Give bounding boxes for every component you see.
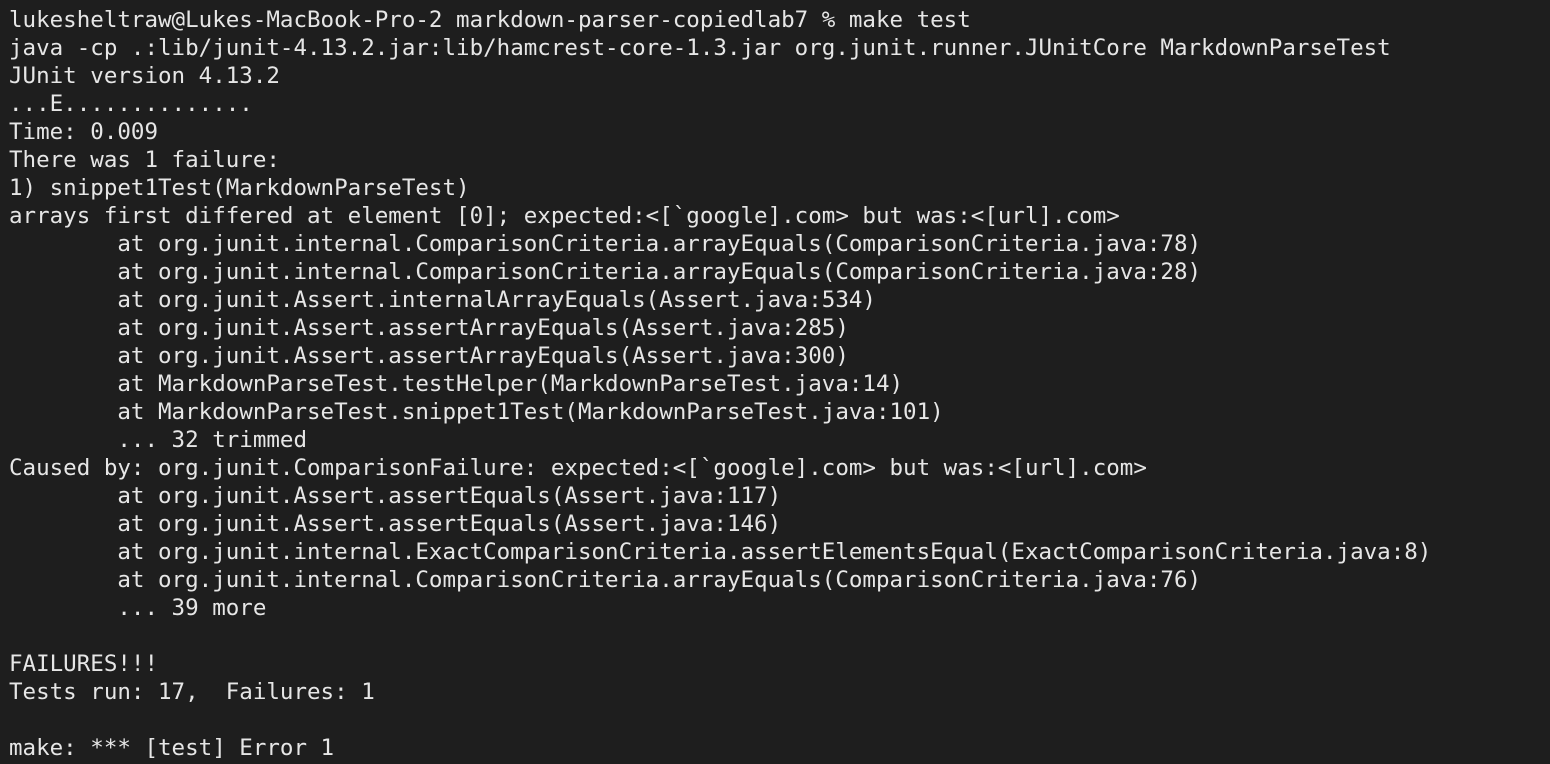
assertion-message-line: arrays first differed at element [0]; ex…: [9, 203, 1120, 229]
stack-trace-line: at org.junit.internal.ComparisonCriteria…: [9, 231, 1202, 257]
failures-banner-line: FAILURES!!!: [9, 651, 159, 677]
stack-trace-line: at org.junit.Assert.assertArrayEquals(As…: [9, 315, 849, 341]
caused-by-line: Caused by: org.junit.ComparisonFailure: …: [9, 455, 1147, 481]
stack-trace-line: at org.junit.internal.ComparisonCriteria…: [9, 567, 1202, 593]
stack-trace-line: at org.junit.Assert.assertEquals(Assert.…: [9, 511, 782, 537]
stack-trace-trimmed-line: ... 32 trimmed: [9, 427, 308, 453]
java-command-line: java -cp .:lib/junit-4.13.2.jar:lib/hamc…: [9, 35, 1391, 61]
make-error-line: make: *** [test] Error 1: [9, 735, 335, 761]
junit-version-line: JUnit version 4.13.2: [9, 63, 280, 89]
time-line: Time: 0.009: [9, 119, 159, 145]
failure-count-line: There was 1 failure:: [9, 147, 280, 173]
prompt-command-line: lukesheltraw@Lukes-MacBook-Pro-2 markdow…: [9, 7, 971, 33]
tests-summary-line: Tests run: 17, Failures: 1: [9, 679, 375, 705]
stack-trace-more-line: ... 39 more: [9, 595, 267, 621]
stack-trace-line: at MarkdownParseTest.snippet1Test(Markdo…: [9, 399, 944, 425]
stack-trace-line: at org.junit.Assert.assertArrayEquals(As…: [9, 343, 849, 369]
stack-trace-line: at MarkdownParseTest.testHelper(Markdown…: [9, 371, 904, 397]
stack-trace-line: at org.junit.Assert.internalArrayEquals(…: [9, 287, 876, 313]
terminal-window[interactable]: lukesheltraw@Lukes-MacBook-Pro-2 markdow…: [0, 0, 1550, 764]
stack-trace-line: at org.junit.Assert.assertEquals(Assert.…: [9, 483, 782, 509]
stack-trace-line: at org.junit.internal.ExactComparisonCri…: [9, 539, 1432, 565]
failed-test-name-line: 1) snippet1Test(MarkdownParseTest): [9, 175, 470, 201]
stack-trace-line: at org.junit.internal.ComparisonCriteria…: [9, 259, 1202, 285]
test-progress-line: ...E..............: [9, 91, 253, 117]
